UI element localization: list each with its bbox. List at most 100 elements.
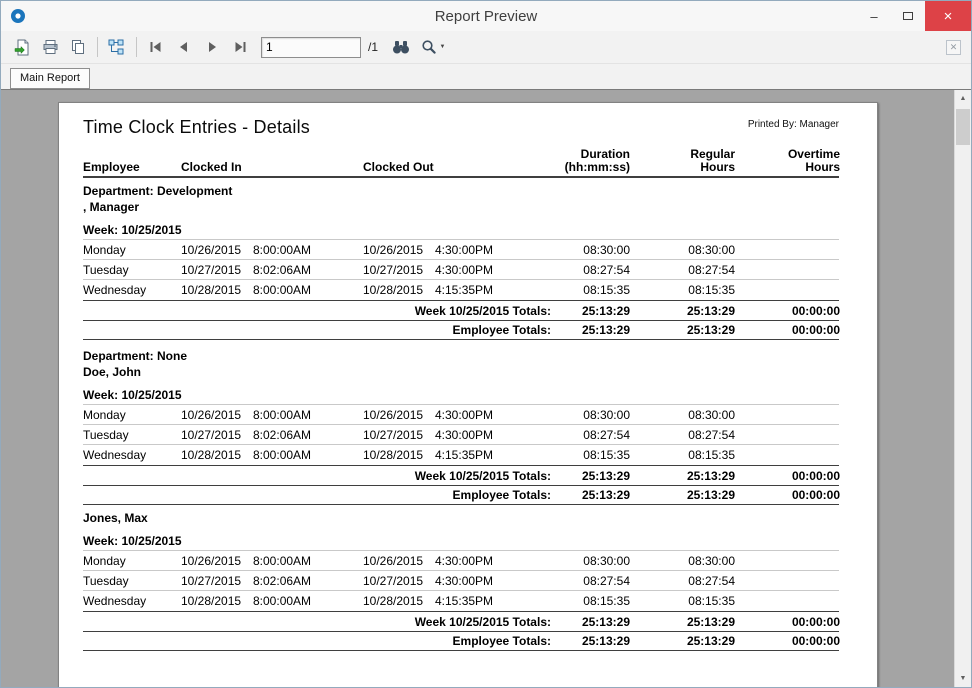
zoom-dropdown-caret-icon: ▼: [440, 44, 446, 50]
employee-overtime-total: 00:00:00: [735, 323, 840, 337]
time-entry-row: Tuesday10/27/20158:02:06AM10/27/20154:30…: [83, 425, 839, 445]
employee-totals-label: Employee Totals:: [83, 323, 553, 337]
copy-button[interactable]: [65, 34, 91, 60]
clock-out-time: 4:30:00PM: [435, 554, 493, 568]
day-cell: Wednesday: [83, 594, 181, 608]
clock-in-date: 10/28/2015: [181, 448, 253, 462]
clock-out-date: 10/28/2015: [363, 594, 435, 608]
minimize-icon: –: [870, 9, 877, 24]
close-button[interactable]: ×: [925, 1, 971, 31]
clock-in-date: 10/27/2015: [181, 428, 253, 442]
previous-page-button[interactable]: [171, 34, 197, 60]
export-button[interactable]: [9, 34, 35, 60]
report-body: Department: Development, ManagerWeek: 10…: [83, 183, 839, 651]
clock-out-time: 4:30:00PM: [435, 263, 493, 277]
toolbar: /1 ▼ ✕: [1, 31, 971, 64]
department-header: Department: None: [83, 348, 839, 364]
employee-regular-total: 25:13:29: [630, 488, 735, 502]
employee-regular-total: 25:13:29: [630, 323, 735, 337]
minimize-button[interactable]: –: [857, 1, 891, 31]
department-header: Department: Development: [83, 183, 839, 199]
time-entry-row: Monday10/26/20158:00:00AM10/26/20154:30:…: [83, 240, 839, 260]
last-page-button[interactable]: [227, 34, 253, 60]
week-header: Week: 10/25/2015: [83, 216, 839, 240]
binoculars-icon: [392, 40, 410, 54]
clock-in-date: 10/28/2015: [181, 283, 253, 297]
duration-cell: 08:27:54: [553, 263, 630, 277]
overtime-hours-column-header: Overtime Hours: [735, 148, 840, 174]
week-overtime-total: 00:00:00: [735, 469, 840, 483]
maximize-button[interactable]: [891, 1, 925, 31]
clock-out-time: 4:15:35PM: [435, 594, 493, 608]
regular-hours-cell: 08:30:00: [630, 408, 735, 422]
clocked-in-cell: 10/26/20158:00:00AM: [181, 243, 363, 257]
scroll-down-button[interactable]: ▼: [955, 670, 971, 687]
regular-hours-column-header: Regular Hours: [630, 148, 735, 174]
week-overtime-total: 00:00:00: [735, 615, 840, 629]
regular-hours-cell: 08:15:35: [630, 448, 735, 462]
regular-hours-cell: 08:27:54: [630, 574, 735, 588]
find-button[interactable]: [388, 34, 414, 60]
day-cell: Tuesday: [83, 574, 181, 588]
clock-out-date: 10/27/2015: [363, 263, 435, 277]
app-icon[interactable]: [10, 8, 26, 24]
close-icon: ×: [944, 8, 953, 25]
clock-in-time: 8:00:00AM: [253, 408, 311, 422]
week-totals-label: Week 10/25/2015 Totals:: [83, 304, 553, 318]
day-cell: Monday: [83, 243, 181, 257]
page-number-input[interactable]: [261, 37, 361, 58]
regular-hours-cell: 08:15:35: [630, 594, 735, 608]
scrollbar-thumb[interactable]: [956, 109, 970, 145]
clock-in-date: 10/26/2015: [181, 243, 253, 257]
first-page-button[interactable]: [143, 34, 169, 60]
employee-name: , Manager: [83, 199, 839, 216]
toggle-group-tree-button[interactable]: [104, 34, 130, 60]
employee-name: Doe, John: [83, 364, 839, 381]
employee-totals-row: Employee Totals:25:13:2925:13:2900:00:00: [83, 631, 839, 651]
clocked-in-cell: 10/26/20158:00:00AM: [181, 408, 363, 422]
clock-out-time: 4:30:00PM: [435, 408, 493, 422]
time-entry-row: Monday10/26/20158:00:00AM10/26/20154:30:…: [83, 551, 839, 571]
time-entry-row: Tuesday10/27/20158:02:06AM10/27/20154:30…: [83, 260, 839, 280]
toolbar-separator: [136, 37, 137, 57]
clock-out-time: 4:15:35PM: [435, 283, 493, 297]
week-totals-label: Week 10/25/2015 Totals:: [83, 469, 553, 483]
employee-overtime-total: 00:00:00: [735, 488, 840, 502]
time-entry-row: Wednesday10/28/20158:00:00AM10/28/20154:…: [83, 445, 839, 465]
report-page: Time Clock Entries - Details Printed By:…: [58, 102, 878, 687]
tab-main-report[interactable]: Main Report: [10, 68, 90, 89]
clock-out-time: 4:30:00PM: [435, 243, 493, 257]
column-header-row: Employee Clocked In Clocked Out Duration…: [83, 140, 839, 178]
week-totals-row: Week 10/25/2015 Totals:25:13:2925:13:290…: [83, 300, 839, 320]
employee-overtime-total: 00:00:00: [735, 634, 840, 648]
duration-cell: 08:15:35: [553, 594, 630, 608]
duration-cell: 08:30:00: [553, 408, 630, 422]
zoom-button[interactable]: ▼: [416, 34, 450, 60]
close-view-icon[interactable]: ✕: [946, 40, 961, 55]
clocked-in-cell: 10/28/20158:00:00AM: [181, 448, 363, 462]
maximize-icon: [903, 12, 913, 20]
scroll-up-button[interactable]: ▲: [955, 90, 971, 107]
duration-cell: 08:30:00: [553, 554, 630, 568]
clocked-in-column-header: Clocked In: [181, 161, 363, 174]
regular-hours-cell: 08:30:00: [630, 554, 735, 568]
regular-hours-cell: 08:15:35: [630, 283, 735, 297]
day-cell: Monday: [83, 408, 181, 422]
toolbar-separator: [97, 37, 98, 57]
last-page-icon: [233, 41, 247, 53]
clocked-out-cell: 10/28/20154:15:35PM: [363, 594, 553, 608]
week-duration-total: 25:13:29: [553, 304, 630, 318]
regular-hours-cell: 08:30:00: [630, 243, 735, 257]
clocked-out-cell: 10/27/20154:30:00PM: [363, 574, 553, 588]
day-cell: Wednesday: [83, 283, 181, 297]
duration-cell: 08:15:35: [553, 448, 630, 462]
vertical-scrollbar[interactable]: ▲ ▼: [954, 90, 971, 687]
next-page-button[interactable]: [199, 34, 225, 60]
clocked-out-cell: 10/26/20154:30:00PM: [363, 243, 553, 257]
regular-hours-cell: 08:27:54: [630, 428, 735, 442]
week-regular-total: 25:13:29: [630, 615, 735, 629]
clock-in-date: 10/26/2015: [181, 408, 253, 422]
duration-cell: 08:15:35: [553, 283, 630, 297]
print-button[interactable]: [37, 34, 63, 60]
report-preview-window: Report Preview – ×: [0, 0, 972, 688]
